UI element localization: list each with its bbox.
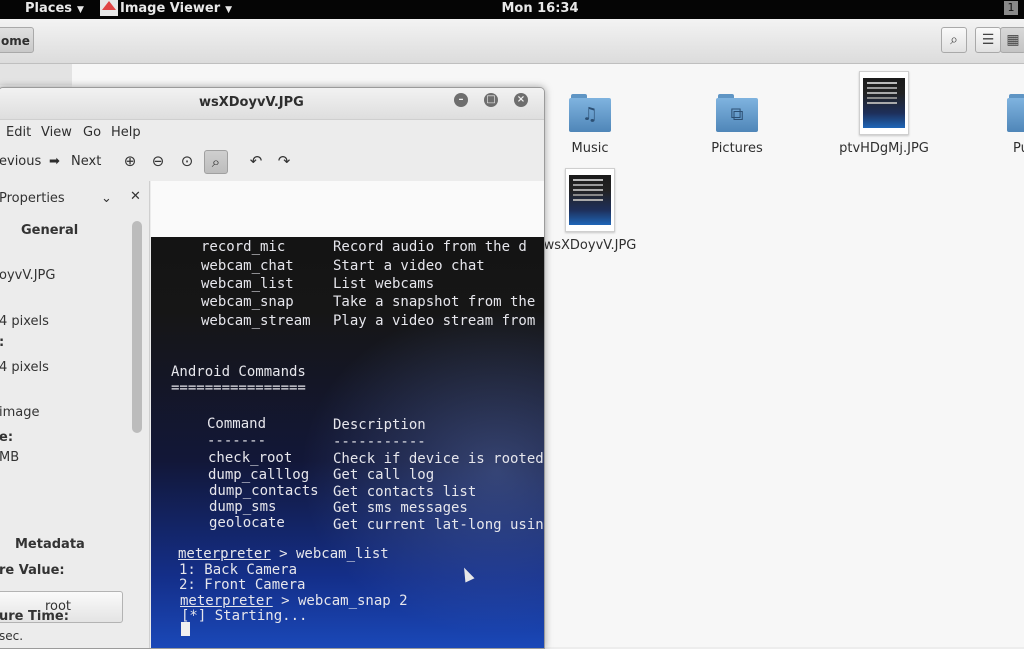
grid-view-icon: ▦ [1006, 32, 1020, 48]
terminal-cursor [181, 622, 190, 636]
photo-white-band [151, 181, 544, 237]
term-output: [*] Starting... [181, 608, 308, 624]
workspace-indicator[interactable]: 1 [1004, 1, 1018, 15]
menu-help[interactable]: Help [111, 125, 141, 140]
list-view-icon: ☰ [981, 32, 995, 48]
zoom-in-icon[interactable]: ⊕ [120, 151, 140, 171]
next-arrow-icon: ➡ [49, 154, 60, 169]
term-row: check_root [208, 450, 293, 466]
property-value: 4 pixels [0, 314, 49, 329]
image-viewer-app-icon [100, 0, 118, 16]
file-item-pictures[interactable]: ⧉ Pictures [697, 94, 777, 156]
file-item-label: ptvHDgMj.JPG [839, 141, 929, 156]
term-row: Record audio from the d [333, 239, 527, 255]
property-value: 4 pixels [0, 360, 49, 375]
file-item-label: wsXDoyvV.JPG [543, 238, 637, 253]
menu-go[interactable]: Go [83, 125, 101, 140]
window-titlebar[interactable]: wsXDoyvV.JPG – □ × [0, 88, 544, 120]
grid-view-button[interactable]: ▦ [1000, 27, 1024, 53]
rotate-right-icon[interactable]: ↷ [274, 151, 294, 171]
app-menu[interactable]: Image Viewer ▼ [120, 0, 232, 19]
music-folder-icon: ♫ [569, 94, 611, 132]
close-icon[interactable]: × [514, 93, 528, 107]
file-item-music[interactable]: ♫ Music [550, 94, 630, 156]
search-icon: ⌕ [950, 32, 958, 48]
file-item-ptvhdgmj[interactable]: ptvHDgMj.JPG [834, 71, 934, 156]
caret-down-icon: ▼ [225, 5, 233, 15]
file-item-label: Pu [1013, 141, 1024, 156]
property-label: re Value: [0, 563, 65, 578]
file-item-label: Pictures [711, 141, 763, 156]
term-row: Get sms messages [333, 500, 468, 516]
term-row: List webcams [333, 276, 435, 292]
rotate-left-icon[interactable]: ↶ [246, 151, 266, 171]
maximize-icon[interactable]: □ [484, 93, 498, 107]
folder-icon [1007, 94, 1024, 132]
file-item-public[interactable]: Pu [1007, 94, 1024, 156]
property-label: ure Time: [0, 609, 69, 624]
property-value: oyvV.JPG [0, 268, 56, 283]
image-display-area[interactable]: record_mic Record audio from the d webca… [151, 181, 544, 648]
photo-of-terminal: record_mic Record audio from the d webca… [151, 181, 544, 648]
next-button[interactable]: Next [71, 154, 101, 169]
previous-button[interactable]: evious [0, 154, 41, 169]
mouse-pointer-icon [459, 565, 475, 583]
file-manager-sidebar [0, 64, 73, 85]
term-row: geolocate [209, 515, 285, 531]
term-rule: ----------- [333, 434, 426, 450]
term-row: webcam_stream [201, 313, 311, 329]
menu-bar: Edit View Go Help [0, 120, 544, 144]
zoom-fit-icon[interactable]: ⌕ [204, 150, 228, 174]
image-thumbnail-icon [565, 168, 615, 232]
close-sidebar-icon[interactable]: ✕ [130, 189, 141, 204]
metadata-tab[interactable]: Metadata [15, 537, 85, 552]
term-row: Take a snapshot from the [333, 294, 536, 310]
clock[interactable]: Mon 16:34 [500, 0, 580, 17]
caret-down-icon: ▼ [77, 5, 84, 15]
file-item-label: Music [571, 141, 609, 156]
sidebar-scrollbar[interactable] [132, 221, 142, 433]
zoom-normal-icon[interactable]: ⊙ [177, 151, 197, 171]
term-row: webcam_snap [201, 294, 294, 310]
term-row: webcam_list [201, 276, 294, 292]
list-view-button[interactable]: ☰ [975, 27, 1001, 53]
term-row: webcam_chat [201, 258, 294, 274]
properties-header[interactable]: Properties [0, 191, 65, 206]
zoom-out-icon[interactable]: ⊖ [148, 151, 168, 171]
property-value: MB [0, 450, 20, 465]
viewer-toolbar: evious ➡ Next ⊕ ⊖ ⊙ ⌕ ↶ ↷ [0, 146, 544, 178]
property-label: : [0, 335, 4, 350]
places-menu[interactable]: Places ▼ [25, 0, 84, 19]
file-item-wsxdoyvv[interactable]: wsXDoyvV.JPG [538, 168, 642, 253]
file-manager-toolbar: ome ⌕ ☰ ▦ [0, 19, 1024, 64]
term-row: Get current lat-long usin [333, 517, 544, 533]
property-value: image [0, 405, 40, 420]
chevron-down-icon[interactable]: ⌄ [101, 191, 112, 206]
image-thumbnail-icon [859, 71, 909, 135]
image-viewer-window: wsXDoyvV.JPG – □ × Edit View Go Help evi… [0, 87, 545, 649]
term-row: record_mic [201, 239, 286, 255]
term-row: Play a video stream from [333, 313, 536, 329]
home-path-button[interactable]: ome [0, 27, 34, 53]
top-bar: Places ▼ Image Viewer ▼ Mon 16:34 1 [0, 0, 1024, 19]
window-title: wsXDoyvV.JPG [199, 95, 304, 110]
minimize-icon[interactable]: – [454, 93, 468, 107]
menu-view[interactable]: View [41, 125, 72, 140]
property-label: e: [0, 430, 14, 445]
term-row: Get call log [333, 467, 435, 483]
term-col-header: Command [207, 416, 267, 432]
pictures-folder-icon: ⧉ [716, 94, 758, 132]
property-value: sec. [0, 629, 24, 643]
search-button[interactable]: ⌕ [941, 27, 967, 53]
app-menu-label: Image Viewer [120, 1, 221, 16]
term-col-header: Description [333, 417, 426, 433]
places-label: Places [25, 1, 73, 16]
general-tab[interactable]: General [21, 223, 78, 238]
menu-edit[interactable]: Edit [6, 125, 31, 140]
term-rule: ================ [171, 380, 306, 396]
term-rule: ------- [207, 433, 267, 449]
term-row: Start a video chat [333, 258, 485, 274]
properties-sidebar: Properties ⌄ ✕ General oyvV.JPG 4 pixels… [0, 181, 150, 648]
